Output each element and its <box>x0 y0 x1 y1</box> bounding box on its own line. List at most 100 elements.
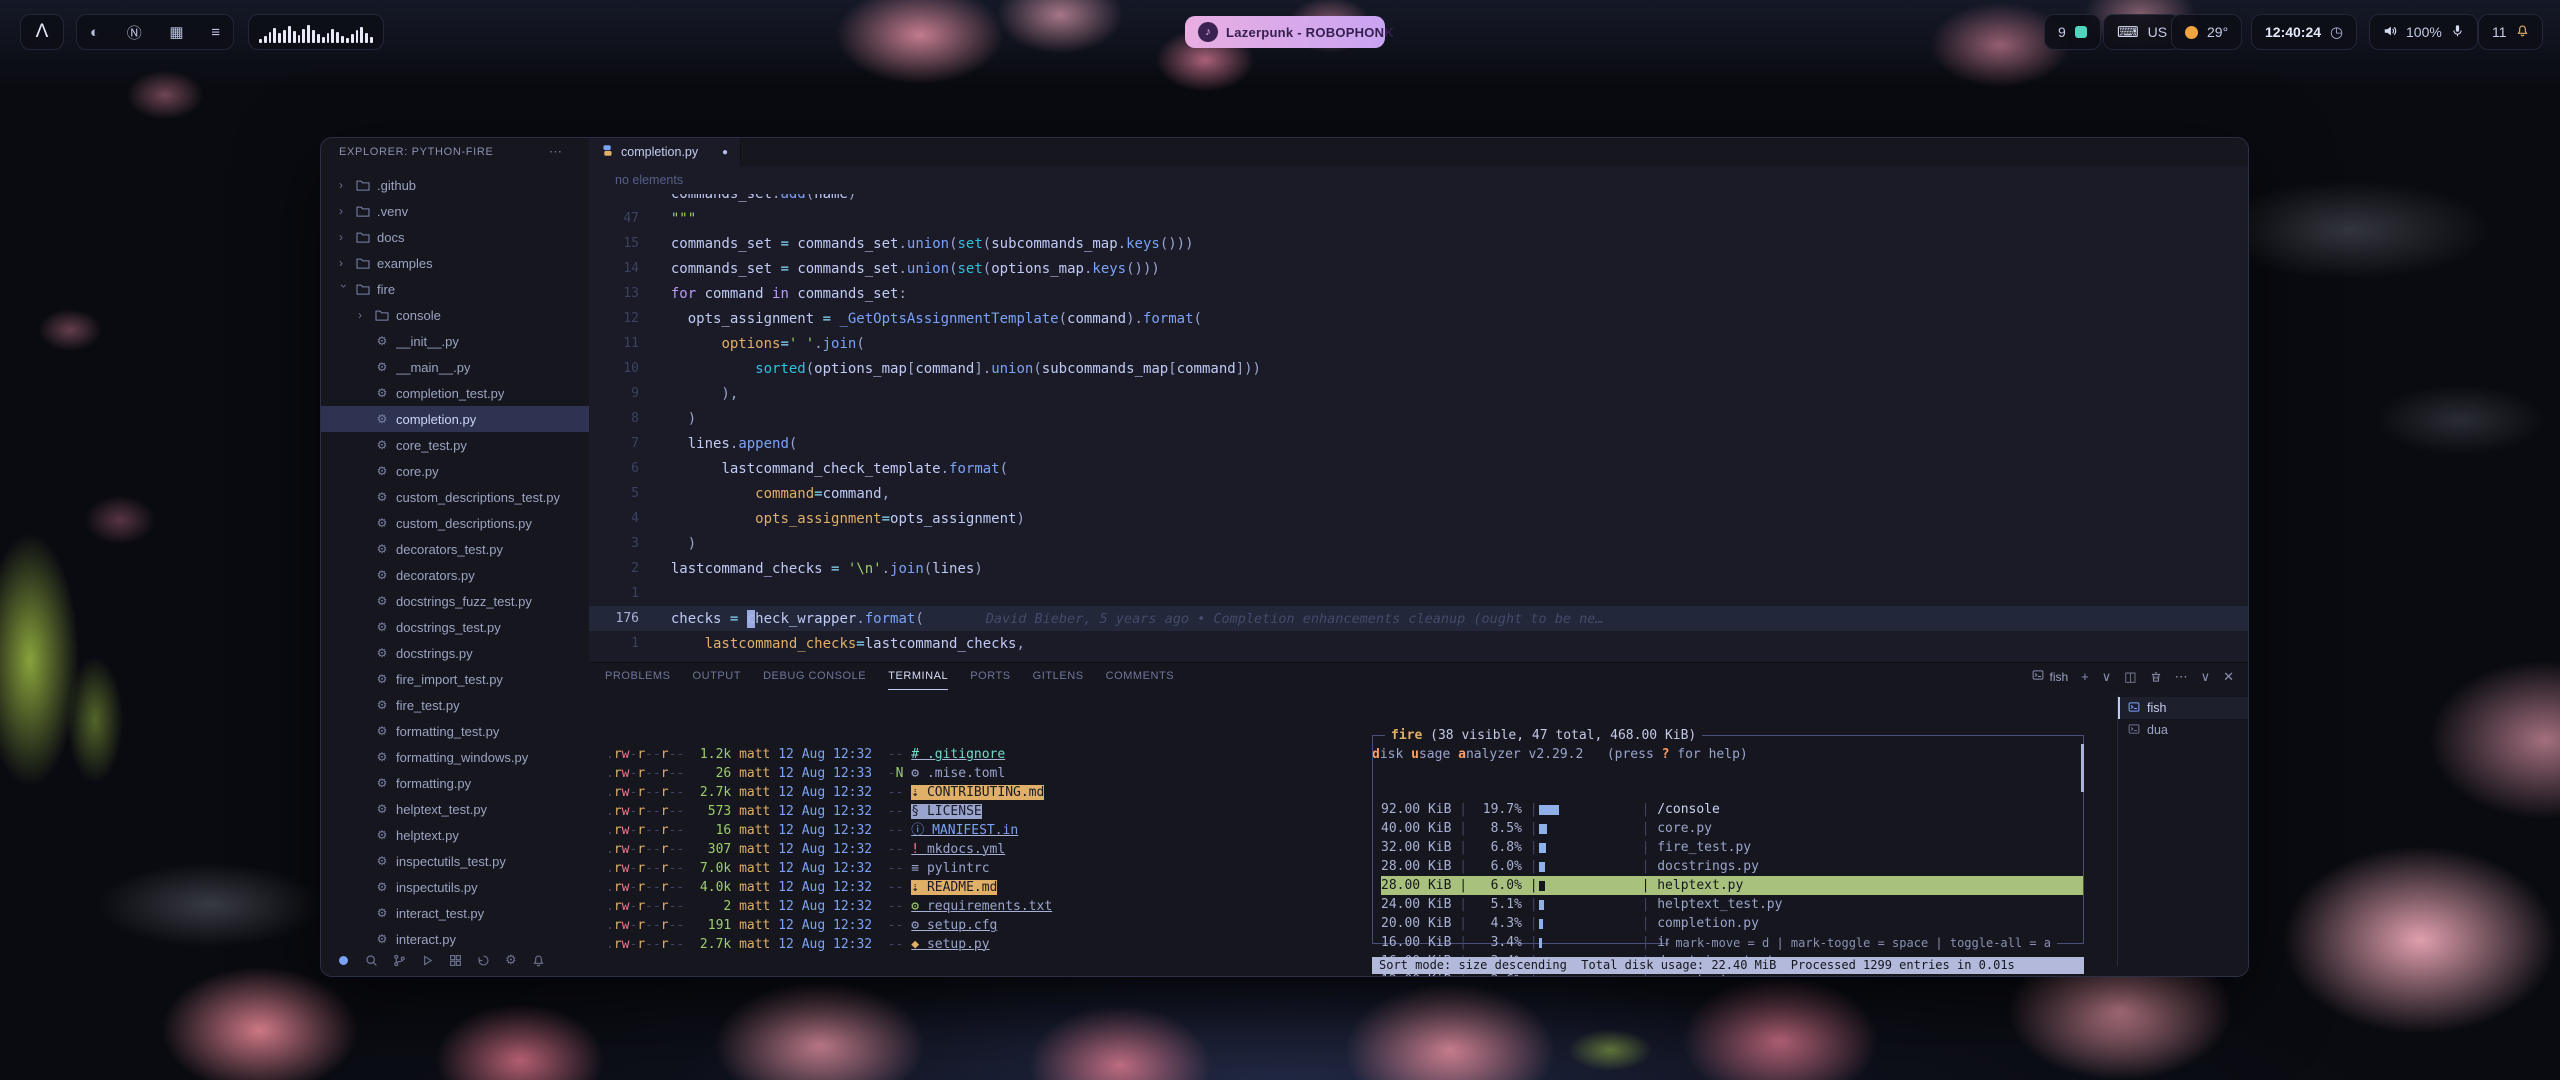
clock-widget[interactable]: 12:40:24 ◷ <box>2251 14 2357 50</box>
fish-listing: .rw-r--r-- 1.2k matt 12 Aug 12:32 -- # .… <box>606 745 1351 954</box>
tree-item-custom_descriptions_test.py[interactable]: ⚙custom_descriptions_test.py <box>321 484 589 510</box>
split-terminal-icon[interactable]: ◫ <box>2124 669 2136 685</box>
tree-item-custom_descriptions.py[interactable]: ⚙custom_descriptions.py <box>321 510 589 536</box>
file-name: ≡ pylintrc <box>911 861 989 876</box>
media-widget[interactable]: ♪ Lazerpunk - ROBOPHONK <box>1185 16 1385 48</box>
tree-item-core_test.py[interactable]: ⚙core_test.py <box>321 432 589 458</box>
terminal-profile[interactable]: fish <box>2032 669 2068 684</box>
panel-tab-problems[interactable]: PROBLEMS <box>605 663 671 690</box>
settings-icon[interactable]: ⚙ <box>505 952 517 968</box>
session-dua[interactable]: dua <box>2118 719 2248 741</box>
tree-item-formatting_windows.py[interactable]: ⚙formatting_windows.py <box>321 744 589 770</box>
dua-row-helptext_test.py[interactable]: 24.00 KiB | 5.1% || helptext_test.py <box>1381 895 2083 914</box>
line-number: 14 <box>589 261 639 276</box>
terminal-fish[interactable]: .rw-r--r-- 1.2k matt 12 Aug 12:32 -- # .… <box>606 707 1351 972</box>
profile-dropdown-icon[interactable]: ∨ <box>2102 669 2112 685</box>
tree-item-fire_test.py[interactable]: ⚙fire_test.py <box>321 692 589 718</box>
panel-tab-debug-console[interactable]: DEBUG CONSOLE <box>763 663 866 690</box>
panel-tab-terminal[interactable]: TERMINAL <box>888 663 948 690</box>
new-terminal-button[interactable]: + <box>2081 669 2089 684</box>
line-number: 9 <box>589 386 639 401</box>
tree-item-fire[interactable]: ›fire <box>321 276 589 302</box>
code-line: 4 opts_assignment=opts_assignment) <box>589 506 2248 531</box>
terminal-dua[interactable]: disk usage analyzer v2.29.2 (press ? for… <box>1372 707 2096 972</box>
notifications-widget[interactable]: 11 <box>2478 14 2543 50</box>
explorer-more-icon[interactable]: ⋯ <box>549 138 562 166</box>
chevron-right-icon: › <box>339 204 349 218</box>
file-label: console <box>396 308 441 323</box>
code-editor[interactable]: commands_set.add(name)47 """15 commands_… <box>589 194 2248 662</box>
dua-row-fire_test.py[interactable]: 32.00 KiB | 6.8% || fire_test.py <box>1381 838 2083 857</box>
tree-item-__main__.py[interactable]: ⚙__main__.py <box>321 354 589 380</box>
panel-actions: fish + ∨ ◫ ⋯ ∨ ✕ <box>2032 663 2234 690</box>
session-fish[interactable]: fish <box>2118 697 2248 719</box>
tree-item-formatting_test.py[interactable]: ⚙formatting_test.py <box>321 718 589 744</box>
keyboard-layout-widget[interactable]: ⌨ US <box>2103 14 2181 50</box>
extensions-icon[interactable] <box>449 954 462 967</box>
weather-widget[interactable]: 29° <box>2171 14 2242 50</box>
dnd-icon[interactable]: ◐ <box>90 24 99 41</box>
tree-item-inspectutils.py[interactable]: ⚙inspectutils.py <box>321 874 589 900</box>
tab-completion-py[interactable]: completion.py ● <box>589 138 741 166</box>
terminal-icon <box>2128 723 2140 738</box>
window-titlerow: EXPLORER: PYTHON-FIRE ⋯ completion.py ● <box>321 138 2248 167</box>
tree-item-fire_import_test.py[interactable]: ⚙fire_import_test.py <box>321 666 589 692</box>
clipboard-icon[interactable]: ≡ <box>211 24 220 41</box>
tree-item-decorators.py[interactable]: ⚙decorators.py <box>321 562 589 588</box>
search-icon[interactable] <box>365 954 378 967</box>
close-panel-icon[interactable]: ✕ <box>2223 669 2234 685</box>
tree-item-examples[interactable]: ›examples <box>321 250 589 276</box>
dua-row-docstrings.py[interactable]: 28.00 KiB | 6.0% || docstrings.py <box>1381 857 2083 876</box>
bell-icon[interactable] <box>532 954 545 967</box>
history-icon[interactable] <box>477 954 490 967</box>
panel-tab-ports[interactable]: PORTS <box>970 663 1010 690</box>
tree-item-.github[interactable]: ›.github <box>321 172 589 198</box>
tree-item-helptext.py[interactable]: ⚙helptext.py <box>321 822 589 848</box>
tree-item-decorators_test.py[interactable]: ⚙decorators_test.py <box>321 536 589 562</box>
tree-item-console[interactable]: ›console <box>321 302 589 328</box>
notifications-center-icon[interactable]: Ⓝ <box>127 22 142 43</box>
more-actions-icon[interactable]: ⋯ <box>2175 669 2188 685</box>
panel-tab-comments[interactable]: COMMENTS <box>1106 663 1175 690</box>
chevron-down-icon: › <box>337 284 351 294</box>
python-file-icon: ⚙ <box>374 802 390 816</box>
dua-scrollbar[interactable] <box>2081 744 2084 792</box>
tree-item-docstrings.py[interactable]: ⚙docstrings.py <box>321 640 589 666</box>
tree-item-docstrings_fuzz_test.py[interactable]: ⚙docstrings_fuzz_test.py <box>321 588 589 614</box>
audio-visualizer[interactable] <box>248 14 384 50</box>
panel-tab-output[interactable]: OUTPUT <box>693 663 742 690</box>
remote-icon[interactable] <box>337 954 350 967</box>
volume-widget[interactable]: 100% <box>2369 14 2478 50</box>
tree-item-formatting.py[interactable]: ⚙formatting.py <box>321 770 589 796</box>
tree-item-inspectutils_test.py[interactable]: ⚙inspectutils_test.py <box>321 848 589 874</box>
tree-item-core.py[interactable]: ⚙core.py <box>321 458 589 484</box>
modified-dot-icon[interactable]: ● <box>722 147 728 158</box>
tree-item-.venv[interactable]: ›.venv <box>321 198 589 224</box>
volume-level: 100% <box>2406 24 2442 40</box>
file-row-.gitignore: .rw-r--r-- 1.2k matt 12 Aug 12:32 -- # .… <box>606 745 1351 764</box>
tree-item-docstrings_test.py[interactable]: ⚙docstrings_test.py <box>321 614 589 640</box>
panel-tab-gitlens[interactable]: GITLENS <box>1033 663 1084 690</box>
tree-item-__init__.py[interactable]: ⚙__init__.py <box>321 328 589 354</box>
dua-row-console[interactable]: 92.00 KiB | 19.7% || /console <box>1381 800 2083 819</box>
tree-item-completion_test.py[interactable]: ⚙completion_test.py <box>321 380 589 406</box>
viz-bar <box>331 29 334 43</box>
permissions: .rw-r--r-- <box>606 747 684 762</box>
updates-widget[interactable]: 9 <box>2044 14 2101 50</box>
dua-row-helptext.py[interactable]: 28.00 KiB | 6.0% || helptext.py <box>1381 876 2083 895</box>
kill-terminal-icon[interactable] <box>2150 671 2162 683</box>
tree-item-helptext_test.py[interactable]: ⚙helptext_test.py <box>321 796 589 822</box>
apps-grid-icon[interactable]: ▦ <box>169 23 183 41</box>
dua-row-core.py[interactable]: 40.00 KiB | 8.5% || core.py <box>1381 819 2083 838</box>
tree-item-completion.py[interactable]: ⚙completion.py <box>321 406 589 432</box>
debug-icon[interactable] <box>421 954 434 967</box>
source-control-icon[interactable] <box>393 954 406 967</box>
dua-row-completion.py[interactable]: 20.00 KiB | 4.3% || completion.py <box>1381 914 2083 933</box>
dua-footer: mark-move = d | mark-toggle = space | to… <box>1669 934 2057 953</box>
launcher-icon: Λ <box>36 21 49 43</box>
tree-item-interact_test.py[interactable]: ⚙interact_test.py <box>321 900 589 926</box>
panel-chevron-icon[interactable]: ∨ <box>2201 669 2211 685</box>
tree-item-docs[interactable]: ›docs <box>321 224 589 250</box>
launcher-button[interactable]: Λ <box>20 14 64 50</box>
breadcrumb[interactable]: no elements <box>589 166 2248 194</box>
